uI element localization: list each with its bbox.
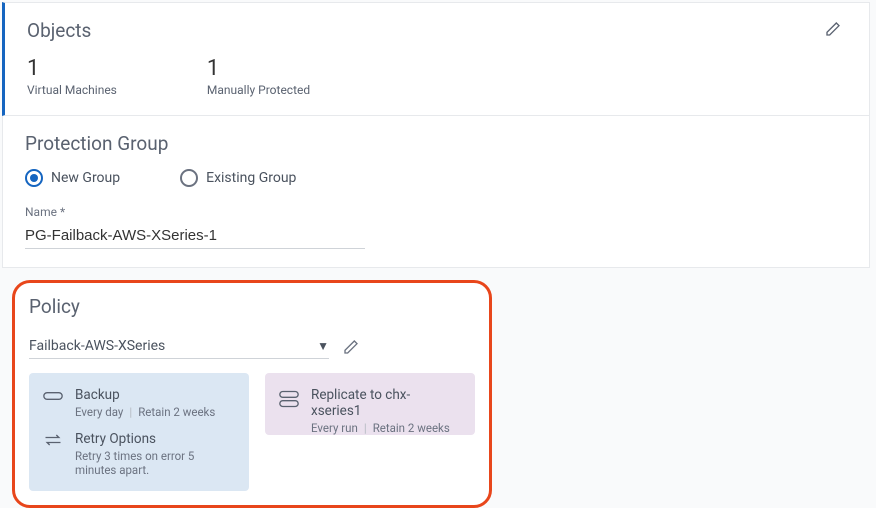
replicate-title: Replicate to chx-xseries1 (311, 387, 459, 419)
edit-policy-button[interactable] (343, 339, 359, 355)
backup-detail: Every day | Retain 2 weeks (75, 405, 215, 419)
policy-panel: Policy Failback-AWS-XSeries ▼ Backup Eve… (12, 280, 492, 508)
retry-detail: Retry 3 times on error 5 minutes apart. (75, 449, 233, 477)
objects-panel: Objects 1 Virtual Machines 1 Manually Pr… (2, 2, 870, 116)
retry-item: Retry Options Retry 3 times on error 5 m… (43, 431, 233, 477)
backup-card: Backup Every day | Retain 2 weeks Retry … (29, 373, 249, 491)
replicate-icon (279, 389, 299, 409)
replicate-card: Replicate to chx-xseries1 Every run | Re… (265, 373, 475, 435)
backup-item: Backup Every day | Retain 2 weeks (43, 387, 233, 419)
protection-group-title: Protection Group (25, 132, 847, 155)
radio-new-group[interactable]: New Group (25, 169, 120, 187)
pencil-icon (343, 339, 359, 355)
chevron-down-icon: ▼ (317, 339, 329, 353)
policy-title: Policy (29, 295, 475, 318)
stat-label: Virtual Machines (27, 83, 117, 97)
replicate-detail: Every run | Retain 2 weeks (311, 421, 459, 435)
radio-icon (25, 169, 43, 187)
group-type-radio-row: New Group Existing Group (25, 169, 847, 187)
policy-cards: Backup Every day | Retain 2 weeks Retry … (29, 373, 475, 491)
policy-select[interactable]: Failback-AWS-XSeries ▼ (29, 334, 329, 359)
stat-value: 1 (27, 56, 117, 81)
objects-title: Objects (27, 19, 847, 42)
backup-title: Backup (75, 387, 215, 403)
pencil-icon (825, 21, 841, 37)
edit-objects-button[interactable] (821, 17, 845, 41)
name-field-label: Name * (25, 205, 847, 219)
backup-icon (43, 389, 63, 403)
stat-value: 1 (207, 56, 310, 81)
objects-stats: 1 Virtual Machines 1 Manually Protected (27, 56, 847, 97)
protection-group-panel: Protection Group New Group Existing Grou… (2, 116, 870, 268)
replicate-item: Replicate to chx-xseries1 Every run | Re… (279, 387, 459, 435)
policy-select-value: Failback-AWS-XSeries (29, 338, 165, 354)
radio-label: New Group (51, 170, 120, 186)
radio-label: Existing Group (206, 170, 296, 186)
group-name-input[interactable] (25, 223, 365, 249)
retry-title: Retry Options (75, 431, 233, 447)
stat-virtual-machines: 1 Virtual Machines (27, 56, 117, 97)
radio-existing-group[interactable]: Existing Group (180, 169, 296, 187)
stat-manually-protected: 1 Manually Protected (207, 56, 310, 97)
retry-icon (43, 433, 63, 447)
radio-icon (180, 169, 198, 187)
stat-label: Manually Protected (207, 83, 310, 97)
